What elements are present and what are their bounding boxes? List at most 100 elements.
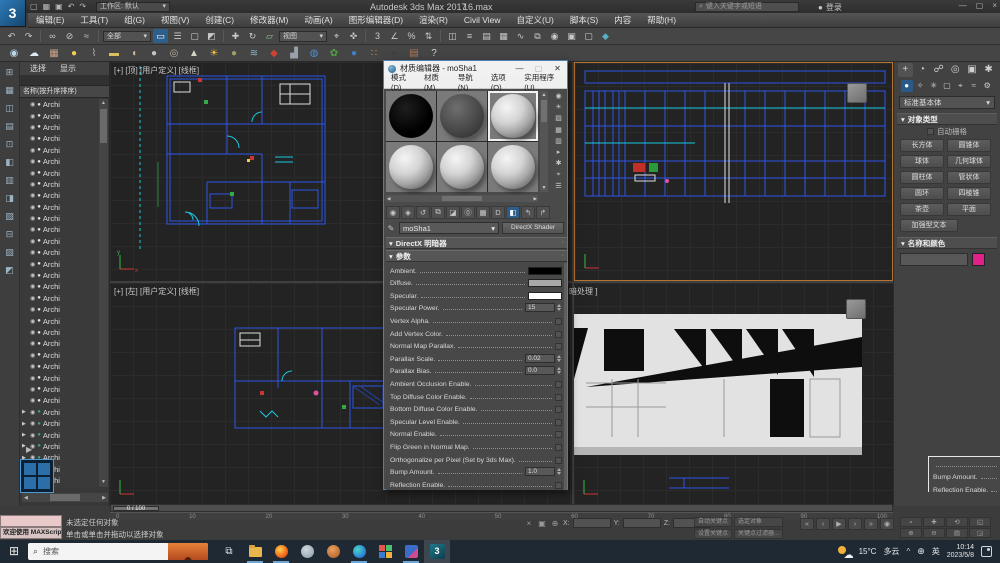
lamp-icon[interactable]: ● [66,46,82,60]
param-checkbox[interactable] [555,318,562,325]
menu-item-动画(A)[interactable]: 动画(A) [296,14,340,26]
param-checkbox[interactable] [555,482,562,489]
material-editor-dialog[interactable]: 材质编辑器 - moSha1 — ▢ ✕ 模式(D)材质(M)导航(N)选项(O… [383,60,568,490]
modify-tab[interactable]: ◔ [914,63,929,77]
background-icon[interactable]: ▨ [550,113,567,124]
layout-flyout-arrow[interactable]: ▶ [26,445,38,457]
go-to-start-icon[interactable]: « [800,518,814,530]
taskbar-search-box[interactable]: ⌕ 搜索 [28,543,208,560]
scrollbar-thumb[interactable] [100,109,107,143]
object-color-swatch[interactable] [972,253,985,266]
pan-icon[interactable]: ✚ [923,517,945,527]
explorer-containers-icon[interactable]: ◩ [2,263,18,278]
create-tab[interactable]: + [898,63,913,77]
spin-down-icon[interactable] [557,359,561,362]
previous-frame-icon[interactable]: ‹ [816,518,830,530]
photos-app-icon[interactable] [372,540,398,563]
viewcube[interactable] [847,83,867,103]
slots-vertical-scrollbar[interactable]: ▲ ▼ [540,91,548,192]
network-globe-icon[interactable]: ⊕ [917,546,925,557]
workspace-dropdown[interactable]: 工作区: 默认▾ [96,2,170,12]
snaps-toggle-icon[interactable]: 3 [370,29,385,43]
explorer-lights-icon[interactable]: ⊡ [2,137,18,152]
color-swatch[interactable] [528,292,562,300]
list-item[interactable]: ◉●Archi [20,167,100,178]
expander-icon[interactable]: ▶ [22,421,28,427]
color-dots-icon[interactable]: ∷ [366,46,382,60]
dome-icon[interactable]: ◖ [126,46,142,60]
param-checkbox[interactable] [555,419,562,426]
spinner-field[interactable]: 15 [525,303,555,312]
visibility-eye-icon[interactable]: ◉ [30,363,35,370]
scroll-left-icon[interactable]: ◀ [24,495,28,501]
list-item[interactable]: ◉●Archi [20,361,100,372]
list-item[interactable]: ◉●Archi [20,110,100,121]
visibility-eye-icon[interactable]: ◉ [30,135,35,142]
list-item[interactable]: ▶◉●Archi [20,429,100,440]
explorer-shapes-icon[interactable]: ▤ [2,119,18,134]
angle-snap-icon[interactable]: ∠ [387,29,402,43]
rendered-frame-icon[interactable]: ▢ [581,29,596,43]
menu-item-脚本(S)[interactable]: 脚本(S) [562,14,606,26]
spinner-snap-icon[interactable]: ⇅ [421,29,436,43]
3dsmax-taskbar-icon[interactable]: 3 [424,540,450,563]
list-item[interactable]: ◉●Archi [20,202,100,213]
param-checkbox[interactable] [555,394,562,401]
list-item[interactable]: ◉●Archi [20,213,100,224]
material-id-icon[interactable]: ⓪ [461,206,475,219]
redo-icon[interactable]: ↷ [79,2,86,12]
undo-icon[interactable]: ↶ [68,2,75,12]
visibility-eye-icon[interactable]: ◉ [30,181,35,188]
param-checkbox[interactable] [555,444,562,451]
make-unique-icon[interactable]: ⧉ [431,206,445,219]
pick-material-icon[interactable]: ✎ [386,224,396,233]
select-move-icon[interactable]: ✚ [228,29,243,43]
visibility-eye-icon[interactable]: ◉ [30,170,35,177]
play-icon[interactable]: ▶ [832,518,846,530]
object-button-平面[interactable]: 平面 [947,203,991,216]
visibility-eye-icon[interactable]: ◉ [30,238,35,245]
maximize-viewport-icon[interactable]: ◱ [969,517,991,527]
material-editor-icon[interactable]: ◉ [547,29,562,43]
assign-material-icon[interactable]: ◈ [401,206,415,219]
rollout-object-type[interactable]: ▾ 对象类型 [897,113,997,125]
object-button-圆锥体[interactable]: 圆锥体 [947,139,991,152]
zoom-out-icon[interactable]: ⊖ [923,528,945,538]
bind-spacewarp-icon[interactable]: ≈ [79,29,94,43]
helpers-subtab[interactable]: ⌖ [954,80,966,92]
go-to-parent-icon[interactable]: ↰ [521,206,535,219]
menu-item-编辑(E)[interactable]: 编辑(E) [28,14,72,26]
visibility-eye-icon[interactable]: ◉ [30,261,35,268]
curve-editor-icon[interactable]: ∿ [513,29,528,43]
use-pivot-center-icon[interactable]: ⌖ [329,29,344,43]
scroll-right-icon[interactable]: ▶ [102,495,106,501]
sample-slot-2[interactable] [437,91,487,141]
menu-item-渲染(R)[interactable]: 渲染(R) [411,14,456,26]
clock[interactable]: 10:14 2023/5/8 [947,544,974,560]
align-icon[interactable]: ≡ [462,29,477,43]
undo-icon[interactable]: ↶ [4,29,19,43]
cameras-subtab[interactable]: ▢ [941,80,953,92]
zoom-icon[interactable]: ⌕ [900,517,922,527]
visibility-eye-icon[interactable]: ◉ [30,226,35,233]
options-icon[interactable]: ✱ [550,158,567,169]
3dsmax-logo[interactable]: 3 [0,0,26,27]
menu-item-帮助(H)[interactable]: 帮助(H) [639,14,684,26]
mirror-icon[interactable]: ◫ [445,29,460,43]
visibility-eye-icon[interactable]: ◉ [30,249,35,256]
selection-set-dropdown[interactable]: 选定对象 [734,517,783,527]
absolute-mode-icon[interactable]: ⊕ [550,519,560,528]
list-item[interactable]: ◉●Archi [20,190,100,201]
scroll-up-icon[interactable]: ▲ [99,99,108,108]
visibility-eye-icon[interactable]: ◉ [30,113,35,120]
scroll-down-icon[interactable]: ▼ [540,184,548,192]
menu-item-图形编辑器(D)[interactable]: 图形编辑器(D) [341,14,411,26]
sample-slot-1[interactable] [386,91,436,141]
cloud-icon[interactable]: ☁ [26,46,42,60]
param-checkbox[interactable] [555,381,562,388]
object-button-长方体[interactable]: 长方体 [900,139,944,152]
visibility-eye-icon[interactable]: ◉ [30,283,35,290]
param-checkbox[interactable] [555,343,562,350]
visibility-eye-icon[interactable]: ◉ [30,318,35,325]
dark-ball-icon[interactable]: ● [386,46,402,60]
